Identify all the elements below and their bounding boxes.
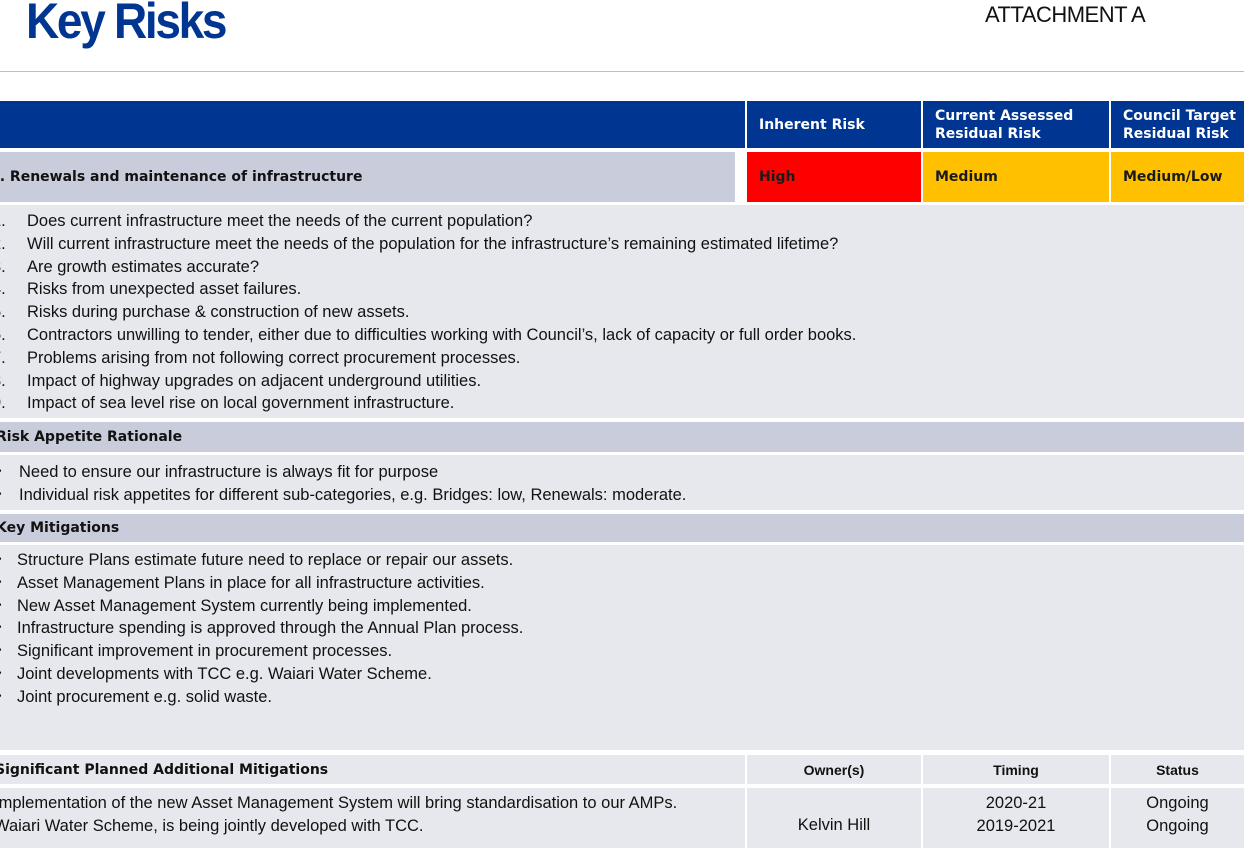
planned-header-status: Status [1111, 755, 1244, 784]
mitigations-heading: Key Mitigations [0, 520, 120, 536]
mitigations-panel: • Structure Plans estimate future need to… [0, 545, 1244, 750]
header-divider [0, 71, 1244, 72]
risk-item-number: 2. [0, 234, 6, 253]
mitigation-item-text: Structure Plans estimate future need to … [17, 551, 514, 569]
risk-item-text: Does current infrastructure meet the nee… [27, 212, 533, 230]
current-residual-risk-rating: Medium [923, 152, 1109, 202]
risk-title-cell: 6. Renewals and maintenance of infrastru… [0, 152, 735, 202]
risk-item-text: Will current infrastructure meet the nee… [27, 234, 839, 253]
appetite-panel: • Need to ensure our infrastructure is al… [0, 455, 1244, 510]
risk-item-number: 7. [0, 348, 6, 367]
bullet-icon: • [0, 572, 2, 595]
risk-items-list: 1. Does current infrastructure meet the n… [0, 205, 1244, 415]
planned-mitigation-text-cell: Implementation of the new Asset Manageme… [0, 788, 745, 848]
bullet-icon: • [0, 640, 2, 663]
appetite-item-text: Individual risk appetites for different … [19, 485, 687, 504]
mitigation-item: • New Asset Management System currently b… [0, 595, 1244, 618]
risk-item-number: 6. [0, 325, 6, 344]
mitigation-item-text: New Asset Management System currently be… [17, 596, 472, 615]
bullet-icon: • [0, 461, 2, 484]
risk-item-number: 9. [0, 394, 6, 413]
header-current-label: Current Assessed Residual Risk [935, 107, 1074, 142]
planned-header-timing: Timing [923, 755, 1109, 784]
planned-owner-cell: Kelvin Hill [747, 788, 921, 848]
header-inherent-risk: Inherent Risk [747, 101, 921, 148]
mitigation-item-text: Joint developments with TCC e.g. Waiari … [17, 664, 432, 683]
planned-header-owner: Owner(s) [747, 755, 921, 784]
planned-row-1-status: Ongoing [1146, 794, 1209, 812]
risk-item: 8. Impact of highway upgrades on adjacent… [0, 370, 1244, 393]
appetite-list: • Need to ensure our infrastructure is al… [0, 455, 1244, 507]
risk-item: 2. Will current infrastructure meet the n… [0, 233, 1244, 256]
risk-item: 9. Impact of sea level rise on local gove… [0, 392, 1244, 415]
planned-row-2-timing: 2019-2021 [976, 816, 1056, 835]
inherent-risk-rating: High [747, 152, 921, 202]
risk-item: 4. Risks from unexpected asset failures. [0, 278, 1244, 301]
risk-title: 6. Renewals and maintenance of infrastru… [0, 169, 363, 185]
risk-item-text: Impact of sea level rise on local govern… [27, 394, 455, 413]
mitigation-item: • Asset Management Plans in place for all… [0, 572, 1244, 595]
header-blank-cell [0, 101, 745, 148]
planned-header-mitigation-cell: Significant Planned Additional Mitigatio… [0, 755, 745, 784]
appetite-item: • Individual risk appetites for different… [0, 484, 1244, 507]
planned-mitigations-body: Implementation of the new Asset Manageme… [0, 788, 1244, 848]
risk-item-text: Impact of highway upgrades on adjacent u… [27, 371, 482, 390]
mitigation-item: • Infrastructure spending is approved thr… [0, 617, 1244, 640]
risk-item: 3. Are growth estimates accurate? [0, 256, 1244, 279]
appetite-heading: Risk Appetite Rationale [0, 429, 183, 445]
mitigation-item-text: Significant improvement in procurement p… [17, 642, 393, 661]
bullet-icon: • [0, 549, 2, 572]
page-title: Key Risks [26, 0, 228, 49]
mitigations-heading-band: Key Mitigations [0, 514, 1244, 542]
risk-item: 6. Contractors unwilling to tender, eithe… [0, 324, 1244, 347]
target-residual-risk-rating: Medium/Low [1111, 152, 1244, 202]
risk-item-number: 3. [0, 257, 6, 276]
risk-table-header: Inherent Risk Current Assessed Residual … [0, 101, 1244, 148]
planned-owner: Kelvin Hill [797, 816, 871, 834]
appetite-heading-band: Risk Appetite Rationale [0, 422, 1244, 452]
planned-row-1-timing: 2020-21 [985, 794, 1047, 812]
planned-header-mitigation: Significant Planned Additional Mitigatio… [0, 761, 329, 778]
mitigations-list: • Structure Plans estimate future need to… [0, 545, 1244, 709]
bullet-icon: • [0, 617, 2, 640]
risk-item-number: 1. [0, 212, 6, 230]
appetite-item-text: Need to ensure our infrastructure is alw… [19, 463, 439, 481]
mitigation-item: • Structure Plans estimate future need to… [0, 549, 1244, 572]
risk-item-number: 5. [0, 303, 6, 322]
planned-row-1-text: Implementation of the new Asset Manageme… [0, 794, 678, 812]
risk-item-number: 4. [0, 280, 6, 299]
planned-row-2-text: Waiari Water Scheme, is being jointly de… [0, 816, 424, 835]
mitigation-item: • Joint developments with TCC e.g. Waiari… [0, 663, 1244, 686]
bullet-icon: • [0, 484, 2, 507]
planned-mitigations-header: Significant Planned Additional Mitigatio… [0, 755, 1244, 784]
risk-item-text: Problems arising from not following corr… [27, 348, 521, 367]
risk-item-text: Contractors unwilling to tender, either … [27, 325, 857, 344]
risk-item-text: Risks during purchase & construction of … [27, 303, 410, 322]
header-target-label: Council Target Residual Risk [1123, 107, 1236, 142]
attachment-label: ATTACHMENT A [985, 2, 1146, 27]
bullet-icon: • [0, 663, 2, 686]
risk-item-text: Are growth estimates accurate? [27, 257, 260, 276]
risk-item: 1. Does current infrastructure meet the n… [0, 210, 1244, 233]
risk-title-row: 6. Renewals and maintenance of infrastru… [0, 152, 1244, 202]
risk-items-panel: 1. Does current infrastructure meet the n… [0, 205, 1244, 418]
appetite-item: • Need to ensure our infrastructure is al… [0, 461, 1244, 484]
mitigation-item-text: Asset Management Plans in place for all … [17, 573, 485, 592]
header-current-residual-risk: Current Assessed Residual Risk [923, 101, 1109, 148]
risk-item: 5. Risks during purchase & construction o… [0, 301, 1244, 324]
mitigation-item: • Significant improvement in procurement … [0, 640, 1244, 663]
mitigation-item-text: Joint procurement e.g. solid waste. [17, 687, 272, 706]
planned-timing-cell: 2020-21 2019-2021 [923, 788, 1109, 848]
risk-item-text: Risks from unexpected asset failures. [27, 280, 302, 299]
planned-status-cell: Ongoing Ongoing [1111, 788, 1244, 848]
bullet-icon: • [0, 595, 2, 618]
planned-row-2-status: Ongoing [1146, 816, 1209, 835]
risk-item: 7. Problems arising from not following co… [0, 347, 1244, 370]
header-target-residual-risk: Council Target Residual Risk [1111, 101, 1244, 148]
risk-item-number: 8. [0, 371, 6, 390]
bullet-icon: • [0, 686, 2, 709]
mitigation-item-text: Infrastructure spending is approved thro… [17, 619, 524, 638]
mitigation-item: • Joint procurement e.g. solid waste. [0, 686, 1244, 709]
